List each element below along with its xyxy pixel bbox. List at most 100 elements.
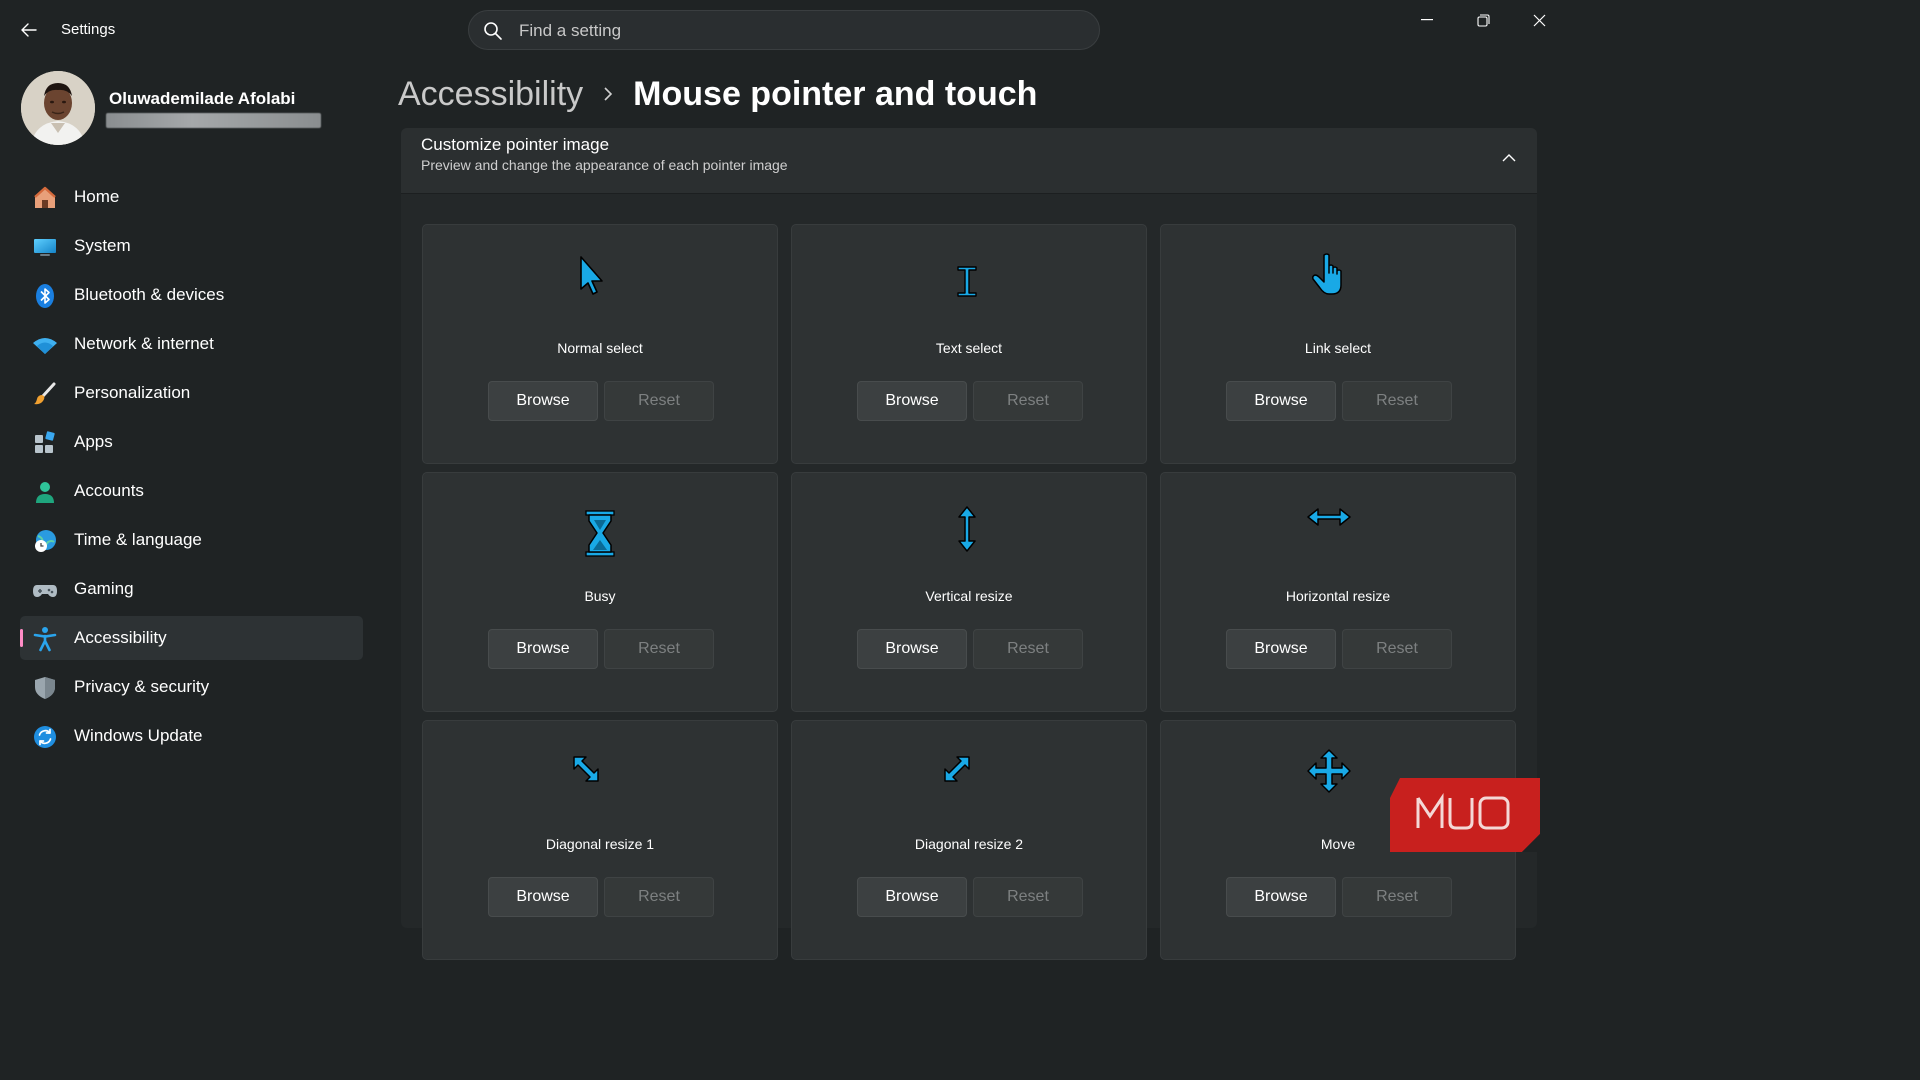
pointer-tile-link-select: Link select Browse Reset bbox=[1160, 224, 1516, 464]
avatar-photo-icon bbox=[21, 71, 95, 145]
hand-pointer-icon bbox=[1161, 249, 1515, 319]
pointer-tile-horizontal-resize: Horizontal resize Browse Reset bbox=[1160, 472, 1516, 712]
globe-clock-icon bbox=[32, 528, 58, 554]
sidebar-item-privacy-security[interactable]: Privacy & security bbox=[20, 665, 363, 709]
close-icon bbox=[1533, 14, 1545, 26]
wifi-icon bbox=[32, 332, 58, 358]
search-input[interactable] bbox=[519, 17, 1079, 45]
pointer-tile-text-select: Text select Browse Reset bbox=[791, 224, 1147, 464]
browse-button[interactable]: Browse bbox=[1226, 877, 1336, 917]
restore-icon bbox=[1476, 13, 1490, 27]
avatar[interactable] bbox=[21, 71, 95, 145]
pointer-label: Diagonal resize 2 bbox=[914, 836, 1024, 852]
restore-button[interactable] bbox=[1455, 0, 1511, 40]
pointer-tile-vertical-resize: Vertical resize Browse Reset bbox=[791, 472, 1147, 712]
hourglass-icon bbox=[423, 497, 777, 567]
browse-button[interactable]: Browse bbox=[488, 629, 598, 669]
back-arrow-icon bbox=[21, 23, 37, 37]
shield-icon bbox=[32, 675, 58, 701]
sidebar-item-home[interactable]: Home bbox=[20, 175, 363, 219]
sidebar-item-personalization[interactable]: Personalization bbox=[20, 371, 363, 415]
sidebar-item-network[interactable]: Network & internet bbox=[20, 322, 363, 366]
brush-icon bbox=[32, 381, 58, 407]
reset-button[interactable]: Reset bbox=[604, 629, 714, 669]
account-icon bbox=[32, 479, 58, 505]
app-title: Settings bbox=[61, 21, 116, 38]
sidebar-item-label: Time & language bbox=[74, 530, 202, 549]
search-box[interactable] bbox=[468, 10, 1100, 50]
reset-button[interactable]: Reset bbox=[973, 381, 1083, 421]
bluetooth-icon bbox=[32, 283, 58, 309]
sidebar-item-label: Accounts bbox=[74, 481, 144, 500]
pointer-label: Link select bbox=[1304, 340, 1372, 356]
sidebar-item-label: Home bbox=[74, 187, 120, 206]
sidebar-item-windows-update[interactable]: Windows Update bbox=[20, 714, 363, 758]
sidebar-item-time-language[interactable]: Time & language bbox=[20, 518, 363, 562]
active-indicator bbox=[20, 629, 23, 647]
pointer-label: Horizontal resize bbox=[1285, 588, 1391, 604]
sidebar-item-label: Bluetooth & devices bbox=[74, 285, 225, 304]
reset-button[interactable]: Reset bbox=[973, 877, 1083, 917]
reset-button[interactable]: Reset bbox=[604, 877, 714, 917]
breadcrumb: Accessibility Mouse pointer and touch bbox=[398, 70, 1037, 118]
pointer-label: Normal select bbox=[557, 340, 643, 356]
pointer-tile-diagonal-resize-2: Diagonal resize 2 Browse Reset bbox=[791, 720, 1147, 960]
pointer-label: Diagonal resize 1 bbox=[545, 836, 655, 852]
sidebar-item-apps[interactable]: Apps bbox=[20, 420, 363, 464]
home-icon bbox=[32, 185, 58, 211]
reset-button[interactable]: Reset bbox=[1342, 629, 1452, 669]
browse-button[interactable]: Browse bbox=[1226, 629, 1336, 669]
chevron-right-icon bbox=[603, 87, 615, 101]
sidebar-item-bluetooth[interactable]: Bluetooth & devices bbox=[20, 273, 363, 317]
pointer-label: Busy bbox=[584, 588, 616, 604]
sidebar-item-system[interactable]: System bbox=[20, 224, 363, 268]
page-title: Mouse pointer and touch bbox=[633, 74, 1038, 113]
muo-watermark-logo bbox=[1390, 778, 1540, 852]
title-bar: Settings bbox=[0, 0, 1568, 60]
browse-button[interactable]: Browse bbox=[488, 877, 598, 917]
user-email-redacted bbox=[106, 113, 321, 128]
sidebar-item-accessibility[interactable]: Accessibility bbox=[20, 616, 363, 660]
arrow-pointer-icon bbox=[423, 249, 777, 319]
sidebar-item-label: Personalization bbox=[74, 383, 191, 402]
back-button[interactable] bbox=[14, 15, 44, 45]
search-icon bbox=[484, 22, 502, 40]
section-header[interactable]: Customize pointer image Preview and chan… bbox=[401, 128, 1537, 194]
close-button[interactable] bbox=[1511, 0, 1567, 40]
reset-button[interactable]: Reset bbox=[1342, 877, 1452, 917]
sidebar-item-label: System bbox=[74, 236, 131, 255]
reset-button[interactable]: Reset bbox=[973, 629, 1083, 669]
sidebar-item-accounts[interactable]: Accounts bbox=[20, 469, 363, 513]
apps-icon bbox=[32, 430, 58, 456]
user-name: Oluwademilade Afolabi bbox=[109, 89, 296, 108]
pointer-label: Text select bbox=[935, 340, 1003, 356]
pointer-label: Vertical resize bbox=[925, 588, 1013, 604]
accessibility-icon bbox=[32, 626, 58, 652]
text-beam-icon bbox=[792, 249, 1146, 319]
browse-button[interactable]: Browse bbox=[488, 381, 598, 421]
sidebar-nav: Home System Bluetooth & devices Network … bbox=[20, 175, 363, 763]
gamepad-icon bbox=[32, 577, 58, 603]
diagonal-resize-1-icon bbox=[423, 745, 777, 815]
pointer-tile-normal-select: Normal select Browse Reset bbox=[422, 224, 778, 464]
reset-button[interactable]: Reset bbox=[604, 381, 714, 421]
sidebar-item-label: Windows Update bbox=[74, 726, 203, 745]
browse-button[interactable]: Browse bbox=[1226, 381, 1336, 421]
update-icon bbox=[32, 724, 58, 750]
reset-button[interactable]: Reset bbox=[1342, 381, 1452, 421]
horizontal-resize-icon bbox=[1161, 497, 1515, 567]
minimize-button[interactable] bbox=[1399, 0, 1455, 40]
browse-button[interactable]: Browse bbox=[857, 877, 967, 917]
breadcrumb-parent-link[interactable]: Accessibility bbox=[398, 75, 583, 114]
collapse-button[interactable] bbox=[1495, 144, 1523, 172]
browse-button[interactable]: Browse bbox=[857, 629, 967, 669]
chevron-up-icon bbox=[1502, 154, 1516, 162]
diagonal-resize-2-icon bbox=[792, 745, 1146, 815]
pointer-tile-busy: Busy Browse Reset bbox=[422, 472, 778, 712]
browse-button[interactable]: Browse bbox=[857, 381, 967, 421]
sidebar-item-label: Network & internet bbox=[74, 334, 214, 353]
pointer-tile-diagonal-resize-1: Diagonal resize 1 Browse Reset bbox=[422, 720, 778, 960]
minimize-icon bbox=[1421, 19, 1433, 21]
sidebar-item-gaming[interactable]: Gaming bbox=[20, 567, 363, 611]
system-icon bbox=[32, 234, 58, 260]
